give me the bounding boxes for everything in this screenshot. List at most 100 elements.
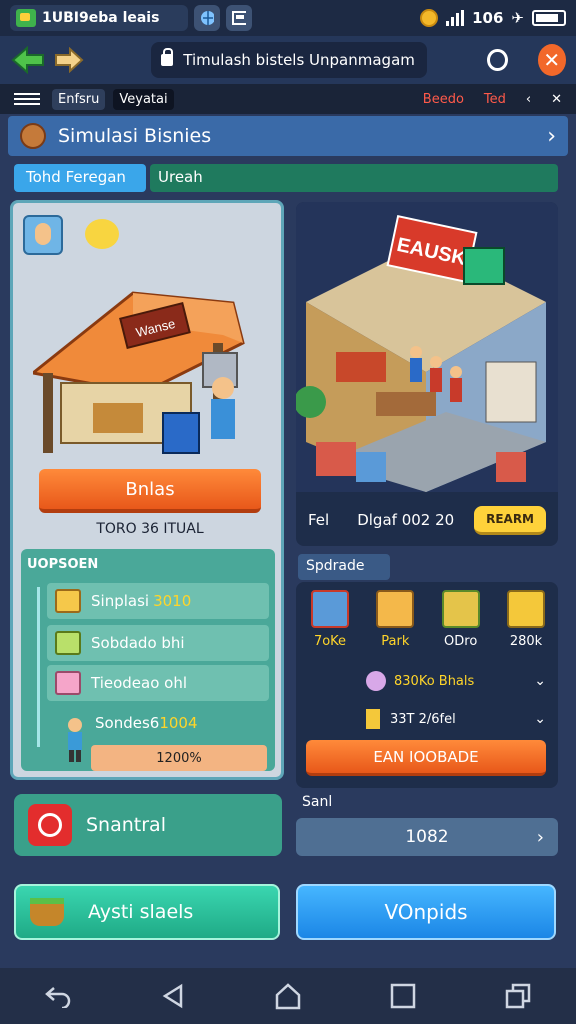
signal-icon — [446, 10, 465, 26]
upgrade-value: 3010 — [153, 592, 192, 610]
list-item[interactable]: Tieodeao ohl — [47, 665, 269, 701]
shop-item-label: 7oKe — [313, 634, 347, 649]
app-tab[interactable]: 1UBI9eba leais — [10, 5, 188, 31]
worker-icon — [68, 718, 82, 762]
tabs-row: Enfsru Veyatai Beedo Ted ‹ ✕ — [0, 84, 576, 114]
chevron-right-icon: › — [536, 826, 544, 848]
forward-arrow-icon — [55, 47, 84, 73]
shop-footer-label: Fel — [308, 511, 330, 529]
player-avatar[interactable] — [23, 215, 63, 255]
upgrade-connector — [37, 587, 40, 747]
tab-beedo[interactable]: Beedo — [423, 92, 464, 107]
page-header[interactable]: Simulasi Bisnies › — [8, 116, 568, 156]
app-title: 1UBI9eba leais — [42, 10, 160, 26]
undo-icon — [44, 987, 70, 1008]
address-bar[interactable]: Timulash bistels Unpanmagam — [151, 42, 428, 78]
value-card[interactable]: 1082 › — [296, 818, 558, 856]
window-tab[interactable] — [226, 5, 252, 31]
tab-enfsru[interactable]: Enfsru — [52, 88, 106, 110]
home-button[interactable] — [268, 976, 308, 1016]
vonpids-button[interactable]: VOnpids — [296, 884, 556, 940]
back-button[interactable] — [10, 42, 46, 78]
smiley-icon — [85, 219, 119, 249]
aysti-slaels-button[interactable]: Aysti slaels — [14, 884, 280, 940]
business-panel: Wanse Bnlas TORO 36 ITUAL UOPSOEN Sinpla… — [10, 200, 284, 780]
triangle-back-icon — [162, 983, 183, 1009]
close-tab-icon[interactable]: ✕ — [551, 92, 562, 107]
record-button[interactable] — [487, 49, 508, 71]
rearm-button[interactable]: REARM — [474, 505, 546, 535]
avatar — [20, 123, 46, 149]
close-icon: ✕ — [543, 48, 561, 72]
mode-tabs: Tohd Feregan Ureah — [14, 164, 558, 192]
system-nav-bar — [0, 968, 576, 1024]
copy-button[interactable] — [498, 976, 538, 1016]
browser-bar: Timulash bistels Unpanmagam ✕ — [0, 36, 576, 84]
chevron-down-icon: ⌄ — [534, 673, 546, 689]
sani-label: Sanl — [302, 794, 333, 810]
tab-veyatai[interactable]: Veyatai — [113, 88, 174, 110]
shop-item[interactable]: Park — [369, 590, 421, 649]
basket-icon — [30, 898, 64, 926]
copy-icon — [506, 983, 531, 1009]
section-label-spdrade[interactable]: Spdrade — [298, 554, 390, 580]
list-item[interactable]: Sobdado bhi — [47, 625, 269, 661]
shop-item-label: ODro — [444, 634, 478, 649]
url-text: Timulash bistels Unpanmagam — [183, 51, 415, 69]
coin-icon — [420, 9, 439, 27]
upgrade-label: Sobdado bhi — [91, 634, 185, 652]
list-item[interactable]: Sinplasi 3010 — [47, 583, 269, 619]
target-icon — [28, 804, 72, 846]
page-title: Simulasi Bisnies — [58, 125, 212, 147]
dropdown-row[interactable]: 830Ko Bhals ⌄ — [366, 668, 546, 694]
earn-upgrade-button[interactable]: EAN IOOBADE — [306, 740, 546, 776]
tab-tohd-feregan[interactable]: Tohd Feregan — [14, 164, 146, 192]
window-icon — [232, 11, 246, 25]
shop-item[interactable]: ODro — [435, 590, 487, 649]
snantral-card[interactable]: Snantral — [14, 794, 282, 856]
shop-footer-value: Dlgaf 002 20 — [357, 511, 455, 529]
shop-item-label: 280k — [509, 634, 543, 649]
undo-button[interactable] — [38, 976, 78, 1016]
shop-item[interactable]: 7oKe — [304, 590, 356, 649]
crate-icon — [441, 590, 480, 628]
tab-ted[interactable]: Ted — [484, 92, 506, 107]
chevron-down-icon: ⌄ — [534, 711, 546, 727]
stat-total: TORO 36 ITUAL — [96, 521, 204, 537]
dropdown-label: 33T 2/6fel — [390, 711, 456, 727]
card-icon — [311, 590, 349, 628]
recents-button[interactable] — [383, 976, 423, 1016]
menu-icon[interactable] — [14, 93, 40, 105]
status-bar: 1UBI9eba leais 106 ✈ — [0, 0, 576, 36]
shop-footer: Fel Dlgaf 002 20 REARM — [296, 498, 558, 542]
business-button[interactable]: Bnlas — [39, 469, 261, 513]
bag-icon — [366, 709, 380, 729]
back-arrow-icon — [11, 46, 44, 74]
upgrade-label: Tieodeao ohl — [91, 674, 188, 692]
shop-items-row: 7oKe Park ODro 280k — [304, 590, 552, 649]
dropdown-row[interactable]: 33T 2/6fel ⌄ — [366, 706, 546, 732]
value-card-number: 1082 — [405, 827, 449, 847]
package-icon — [376, 590, 415, 628]
chevron-right-icon: › — [547, 123, 556, 149]
shop-scene-illustration: EAUSK — [296, 202, 558, 492]
app-logo-icon — [16, 9, 36, 27]
back-nav-button[interactable] — [153, 976, 193, 1016]
airplane-icon: ✈ — [511, 9, 524, 27]
close-button[interactable]: ✕ — [537, 44, 566, 76]
tab-ureah[interactable]: Ureah — [150, 164, 558, 192]
lock-icon — [161, 48, 174, 66]
chevron-left-icon[interactable]: ‹ — [526, 92, 531, 107]
globe-tab[interactable] — [194, 5, 220, 31]
potion-icon — [366, 671, 386, 691]
crate-icon — [55, 589, 81, 613]
forward-button[interactable] — [52, 42, 88, 78]
upgrades-title: UOPSOEN — [27, 557, 99, 572]
shop-item-label: Park — [381, 634, 410, 649]
upgrade-progress: 1200% — [91, 745, 267, 771]
upgrade-value: 1004 — [159, 714, 198, 732]
crate-icon — [55, 671, 81, 695]
shop-upgrades-panel: 7oKe Park ODro 280k 830Ko Bhals ⌄ 33T 2/… — [296, 582, 558, 788]
shop-item[interactable]: 280k — [500, 590, 552, 649]
shop-panel: EAUSK Fel Dlgaf 002 20 REARM — [296, 202, 558, 546]
